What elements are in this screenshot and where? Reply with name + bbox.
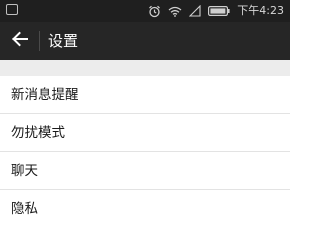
status-indicators: 下午4:23 <box>148 2 284 20</box>
settings-item-privacy[interactable]: 隐私 <box>0 190 290 224</box>
alarm-clock-icon <box>148 5 161 18</box>
signal-icon <box>189 5 201 17</box>
wifi-icon <box>168 6 182 17</box>
settings-screen: 下午4:23 设置 新消息提醒 勿扰模式 聊天 隐私 <box>0 0 290 224</box>
section-gap <box>0 60 290 76</box>
back-button[interactable] <box>8 29 32 53</box>
app-bar-divider <box>39 31 40 51</box>
settings-item-chat[interactable]: 聊天 <box>0 152 290 190</box>
settings-list: 新消息提醒 勿扰模式 聊天 隐私 <box>0 76 290 224</box>
notification-box-icon <box>6 4 18 15</box>
arrow-left-icon <box>11 31 29 51</box>
battery-icon <box>208 6 230 16</box>
status-bar: 下午4:23 <box>0 0 290 22</box>
status-time: 下午4:23 <box>237 4 284 17</box>
settings-item-new-message-alerts[interactable]: 新消息提醒 <box>0 76 290 114</box>
settings-item-do-not-disturb[interactable]: 勿扰模式 <box>0 114 290 152</box>
app-bar: 设置 <box>0 22 290 60</box>
page-title: 设置 <box>48 32 79 50</box>
